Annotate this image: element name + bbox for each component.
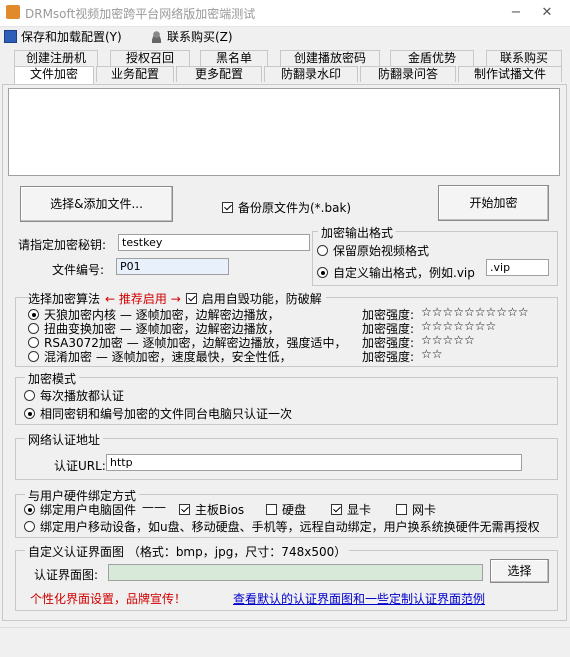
keep-format-label: 保留原始视频格式 xyxy=(333,244,430,258)
mode-title: 加密模式 xyxy=(25,370,80,387)
tab-file-encrypt[interactable]: 文件加密 xyxy=(14,66,94,85)
custom-format-option[interactable]: 自定义输出格式，例如.vip xyxy=(317,264,475,281)
self-destroy-checkbox[interactable] xyxy=(185,293,197,304)
bind-dash: —— xyxy=(142,500,166,514)
tab-blacklist[interactable]: 黑名单 xyxy=(200,50,268,66)
select-files-button[interactable]: 选择&添加文件... xyxy=(20,186,173,222)
bind-pc-option[interactable]: 绑定用户电脑固件 xyxy=(24,501,136,518)
algorithm-radio-1[interactable] xyxy=(28,309,39,320)
algorithm-radio-4[interactable] xyxy=(28,351,39,362)
bind-pc-radio[interactable] xyxy=(24,504,35,515)
disk-checkbox[interactable] xyxy=(266,504,277,515)
gpu-label: 显卡 xyxy=(347,503,372,517)
select-image-button[interactable]: 选择 xyxy=(490,559,549,583)
menu-contact[interactable]: 联系购买(Z) xyxy=(150,28,233,44)
disk-label: 硬盘 xyxy=(282,503,307,517)
custom-format-label: 自定义输出格式，例如.vip xyxy=(333,266,475,280)
strength-stars-2: ☆☆☆☆☆☆☆ xyxy=(421,319,497,333)
strength-stars-1: ☆☆☆☆☆☆☆☆☆☆ xyxy=(421,305,529,319)
start-encrypt-button[interactable]: 开始加密 xyxy=(438,185,549,221)
tab-create-keygen[interactable]: 创建注册机 xyxy=(14,50,98,66)
tab-anti-record-qa[interactable]: 防翻录问答 xyxy=(360,66,456,82)
status-bar xyxy=(0,627,570,657)
gpu-option[interactable]: 显卡 xyxy=(331,501,371,518)
algorithm-radio-3[interactable] xyxy=(28,337,39,348)
mode-radio-2[interactable] xyxy=(24,408,35,419)
mode-option-2[interactable]: 相同密钥和编号加密的文件同台电脑只认证一次 xyxy=(24,405,292,422)
key-input[interactable]: testkey xyxy=(118,234,310,251)
output-format-title: 加密输出格式 xyxy=(318,224,397,241)
custom-format-input[interactable]: .vip xyxy=(486,259,549,276)
key-label: 请指定加密秘钥: xyxy=(18,238,107,252)
mode-option-1[interactable]: 每次播放都认证 xyxy=(24,387,124,404)
algorithm-option-4[interactable]: 混淆加密 — 逐帧加密，速度最快，安全性低， xyxy=(28,348,292,365)
window-title: DRMsoft视频加密跨平台网络版加密端测试 xyxy=(25,7,256,21)
menu-save-load[interactable]: 保存和加载配置(Y) xyxy=(4,28,122,44)
bind-mobile-label: 绑定用户移动设备，如u盘、移动硬盘、手机等，远程自动绑定，用户换系统换硬件无需再… xyxy=(40,520,540,534)
minimize-button[interactable]: − xyxy=(505,4,527,22)
tab-play-password[interactable]: 创建播放密码 xyxy=(280,50,380,66)
custom-ui-label: 认证界面图: xyxy=(34,568,99,582)
promo-label: 个性化界面设置，品牌宣传！ xyxy=(30,592,187,606)
keep-format-option[interactable]: 保留原始视频格式 xyxy=(317,242,429,259)
url-label: 认证URL: xyxy=(54,459,106,473)
mainboard-option[interactable]: 主板Bios xyxy=(179,501,244,518)
bind-mobile-radio[interactable] xyxy=(24,521,35,532)
custom-ui-title: 自定义认证界面图 （格式：bmp，jpg，尺寸：748x500） xyxy=(25,543,350,560)
disk-option[interactable]: 硬盘 xyxy=(266,501,306,518)
algorithm-title: 选择加密算法 xyxy=(28,292,101,306)
tab-contact-buy[interactable]: 联系购买 xyxy=(486,50,562,66)
tab-watermark[interactable]: 防翻录水印 xyxy=(264,66,358,82)
menu-save-load-label: 保存和加载配置(Y) xyxy=(21,29,122,44)
app-icon xyxy=(6,5,20,19)
nic-label: 网卡 xyxy=(412,503,437,517)
tab-auth-recall[interactable]: 授权召回 xyxy=(110,50,190,66)
backup-option[interactable]: 备份原文件为(*.bak) xyxy=(222,199,351,216)
nic-checkbox[interactable] xyxy=(396,504,407,515)
menu-bar: 保存和加载配置(Y) 联系购买(Z) xyxy=(0,27,570,45)
custom-format-radio[interactable] xyxy=(317,267,328,278)
algorithm-radio-2[interactable] xyxy=(28,323,39,334)
network-title: 网络认证地址 xyxy=(25,431,104,448)
gpu-checkbox[interactable] xyxy=(331,504,342,515)
self-destroy-label[interactable]: 启用自毁功能，防破解 xyxy=(202,290,322,307)
bind-mobile-option[interactable]: 绑定用户移动设备，如u盘、移动硬盘、手机等，远程自动绑定，用户换系统换硬件无需再… xyxy=(24,518,540,535)
keep-format-radio[interactable] xyxy=(317,245,328,256)
url-input[interactable]: http xyxy=(106,454,522,471)
file-list[interactable] xyxy=(8,88,560,176)
examples-link[interactable]: 查看默认的认证界面图和一些定制认证界面范例 xyxy=(233,590,485,607)
recommend-label: ← 推荐启用 → xyxy=(105,292,181,306)
algorithm-label-4: 混淆加密 — 逐帧加密，速度最快，安全性低， xyxy=(44,350,292,364)
mainboard-checkbox[interactable] xyxy=(179,504,190,515)
file-no-input[interactable]: P01 xyxy=(116,258,229,275)
strength-stars-4: ☆☆ xyxy=(421,347,443,361)
mainboard-label: 主板Bios xyxy=(195,503,245,517)
menu-contact-label: 联系购买(Z) xyxy=(167,29,233,44)
tab-trial-file[interactable]: 制作试播文件 xyxy=(458,66,562,82)
title-bar: DRMsoft视频加密跨平台网络版加密端测试 − ✕ xyxy=(0,0,570,27)
bind-pc-label: 绑定用户电脑固件 xyxy=(40,503,137,517)
tab-business-config[interactable]: 业务配置 xyxy=(96,66,174,82)
nic-option[interactable]: 网卡 xyxy=(396,501,436,518)
custom-ui-input[interactable] xyxy=(108,564,483,581)
file-no-label: 文件编号: xyxy=(52,263,105,277)
strength-stars-3: ☆☆☆☆☆ xyxy=(421,333,475,347)
strength-label-4: 加密强度: xyxy=(362,350,415,364)
mode-label-1: 每次播放都认证 xyxy=(40,389,125,403)
user-icon xyxy=(150,29,163,43)
tab-advantages[interactable]: 金盾优势 xyxy=(390,50,474,66)
backup-checkbox[interactable] xyxy=(222,202,233,213)
algorithm-header: 选择加密算法 ← 推荐启用 → 启用自毁功能，防破解 xyxy=(28,290,326,307)
tab-more-config[interactable]: 更多配置 xyxy=(176,66,262,82)
mode-label-2: 相同密钥和编号加密的文件同台电脑只认证一次 xyxy=(40,407,293,421)
mode-radio-1[interactable] xyxy=(24,390,35,401)
close-button[interactable]: ✕ xyxy=(536,4,558,22)
save-icon xyxy=(4,29,17,43)
backup-label: 备份原文件为(*.bak) xyxy=(238,201,352,215)
